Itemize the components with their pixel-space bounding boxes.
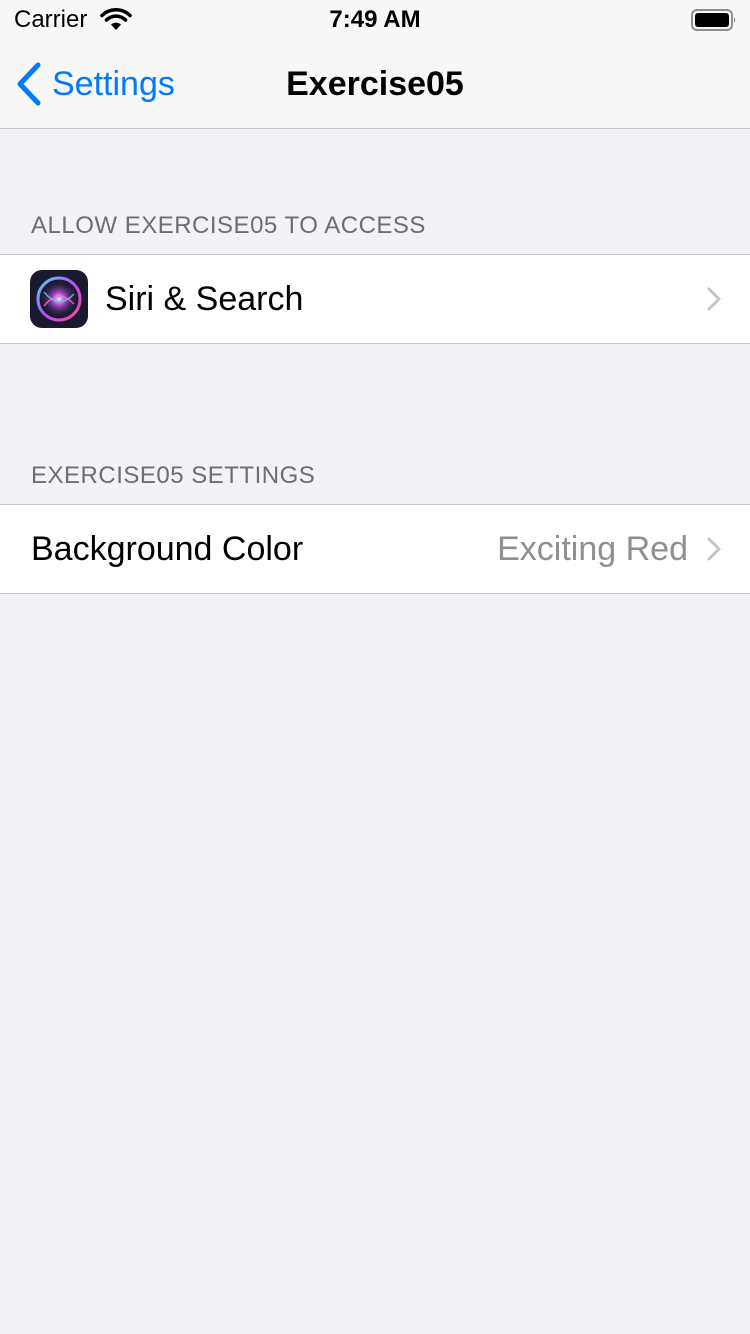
chevron-right-icon (707, 537, 721, 561)
clock: 7:49 AM (329, 6, 421, 33)
navigation-bar: Settings Exercise05 (0, 40, 750, 129)
settings-group: Background Color Exciting Red (0, 504, 750, 594)
status-bar: Carrier 7:49 AM (0, 0, 750, 40)
section-header-access: ALLOW EXERCISE05 TO ACCESS (31, 212, 426, 239)
section-header-settings: EXERCISE05 SETTINGS (31, 462, 316, 489)
page-title: Exercise05 (286, 65, 464, 103)
siri-icon (30, 270, 88, 328)
battery-icon (691, 9, 736, 31)
access-group: Siri & Search (0, 254, 750, 344)
background-color-value: Exciting Red (497, 530, 688, 568)
siri-search-row[interactable]: Siri & Search (0, 255, 750, 343)
background-color-label: Background Color (31, 530, 304, 568)
background-color-row[interactable]: Background Color Exciting Red (0, 505, 750, 593)
chevron-right-icon (707, 287, 721, 311)
siri-search-label: Siri & Search (105, 280, 304, 318)
